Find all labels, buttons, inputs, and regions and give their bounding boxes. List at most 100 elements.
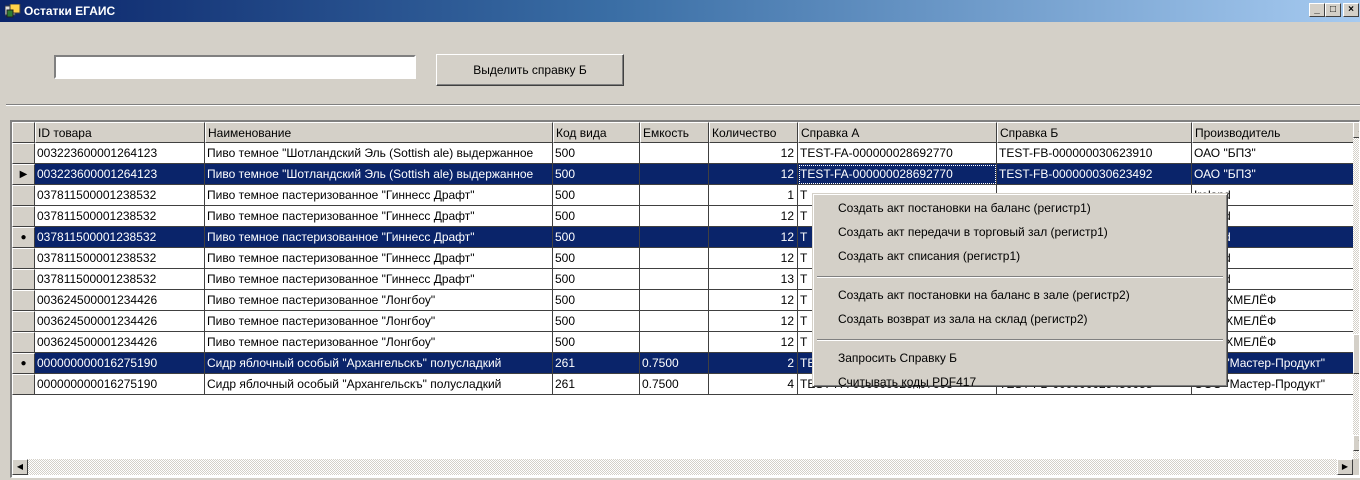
table-cell[interactable]: 500 (553, 227, 640, 248)
vertical-scroll-thumb[interactable] (1353, 334, 1359, 374)
close-button[interactable]: × (1343, 3, 1359, 17)
context-menu-item[interactable]: Создать акт постановки на баланс (регист… (816, 198, 1224, 218)
context-menu-item[interactable]: Создать акт списания (регистр1) (816, 246, 1224, 266)
table-cell[interactable]: TEST-FA-000000028692770 (798, 164, 997, 185)
table-cell[interactable]: Пиво темное "Шотландский Эль (Sottish al… (205, 143, 553, 164)
table-cell[interactable]: 500 (553, 269, 640, 290)
table-row[interactable]: ▶ 003223600001264123 Пиво темное "Шотландс… (12, 164, 1359, 185)
row-indicator[interactable] (12, 206, 35, 227)
column-header[interactable]: Производитель (1192, 122, 1359, 143)
table-cell[interactable]: 037811500001238532 (35, 227, 205, 248)
table-cell[interactable]: Пиво темное пастеризованное "Лонгбоу" (205, 290, 553, 311)
table-cell[interactable]: 037811500001238532 (35, 248, 205, 269)
table-cell[interactable] (640, 311, 709, 332)
maximize-button[interactable]: □ (1325, 3, 1341, 17)
row-indicator[interactable] (12, 374, 35, 395)
table-cell[interactable]: 037811500001238532 (35, 269, 205, 290)
table-cell[interactable]: 261 (553, 353, 640, 374)
column-header[interactable]: Справка Б (997, 122, 1192, 143)
table-cell[interactable]: 2 (709, 353, 798, 374)
table-cell[interactable]: 003624500001234426 (35, 332, 205, 353)
table-cell[interactable]: 1 (709, 185, 798, 206)
context-menu-item[interactable]: Создать акт передачи в торговый зал (рег… (816, 222, 1224, 242)
table-row[interactable]: 003223600001264123 Пиво темное "Шотландск… (12, 143, 1359, 164)
table-cell[interactable]: 12 (709, 290, 798, 311)
row-indicator[interactable] (12, 290, 35, 311)
table-cell[interactable] (640, 227, 709, 248)
table-cell[interactable]: 037811500001238532 (35, 206, 205, 227)
table-cell[interactable]: 12 (709, 311, 798, 332)
table-cell[interactable]: 500 (553, 290, 640, 311)
row-indicator[interactable]: ▶ (12, 164, 35, 185)
table-cell[interactable]: Пиво темное пастеризованное "Лонгбоу" (205, 311, 553, 332)
select-certificate-b-button[interactable]: Выделить справку Б (436, 54, 624, 86)
row-indicator[interactable] (12, 332, 35, 353)
search-input[interactable] (54, 55, 416, 79)
column-header[interactable]: Справка А (798, 122, 997, 143)
minimize-button[interactable]: _ (1309, 3, 1325, 17)
context-menu-item[interactable]: Создать акт постановки на баланс в зале … (816, 285, 1224, 305)
table-cell[interactable]: 12 (709, 206, 798, 227)
scroll-down-button[interactable]: ▼ (1353, 435, 1359, 451)
vertical-scrollbar[interactable]: ▲ ▼ (1353, 122, 1359, 459)
table-cell[interactable]: 12 (709, 332, 798, 353)
row-indicator[interactable]: ● (12, 227, 35, 248)
row-indicator[interactable] (12, 185, 35, 206)
table-cell[interactable]: ОАО "БПЗ" (1192, 164, 1359, 185)
table-cell[interactable]: 12 (709, 248, 798, 269)
table-cell[interactable]: Пиво темное пастеризованное "Гиннесс Дра… (205, 248, 553, 269)
table-cell[interactable]: 500 (553, 143, 640, 164)
context-menu-item[interactable]: Запросить Справку Б (816, 348, 1224, 368)
row-indicator[interactable] (12, 269, 35, 290)
table-cell[interactable]: Сидр яблочный особый "Архангельскъ" полу… (205, 353, 553, 374)
table-cell[interactable]: 0.7500 (640, 374, 709, 395)
table-cell[interactable]: 500 (553, 248, 640, 269)
table-cell[interactable]: 003223600001264123 (35, 143, 205, 164)
table-cell[interactable]: Пиво темное пастеризованное "Гиннесс Дра… (205, 206, 553, 227)
row-indicator[interactable] (12, 311, 35, 332)
table-cell[interactable]: TEST-FB-000000030623492 (997, 164, 1192, 185)
horizontal-scrollbar[interactable]: ◀ ▶ (12, 459, 1353, 475)
scroll-left-button[interactable]: ◀ (12, 459, 28, 475)
context-menu[interactable]: Создать акт постановки на баланс (регист… (812, 193, 1228, 389)
scroll-up-button[interactable]: ▲ (1353, 122, 1359, 138)
table-cell[interactable] (640, 206, 709, 227)
table-cell[interactable]: 500 (553, 206, 640, 227)
table-cell[interactable]: ОАО "БПЗ" (1192, 143, 1359, 164)
column-header[interactable]: Код вида (553, 122, 640, 143)
table-cell[interactable]: Пиво темное пастеризованное "Гиннесс Дра… (205, 227, 553, 248)
table-cell[interactable]: TEST-FB-000000030623910 (997, 143, 1192, 164)
column-header[interactable]: Емкость (640, 122, 709, 143)
table-cell[interactable]: 12 (709, 227, 798, 248)
table-cell[interactable]: 500 (553, 185, 640, 206)
table-cell[interactable]: 500 (553, 332, 640, 353)
table-cell[interactable] (640, 332, 709, 353)
table-cell[interactable] (640, 290, 709, 311)
table-cell[interactable]: 4 (709, 374, 798, 395)
table-cell[interactable]: 261 (553, 374, 640, 395)
table-cell[interactable]: 12 (709, 143, 798, 164)
table-cell[interactable]: 000000000016275190 (35, 374, 205, 395)
table-cell[interactable]: 003624500001234426 (35, 290, 205, 311)
column-header[interactable]: Количество (709, 122, 798, 143)
column-header[interactable]: ID товара (35, 122, 205, 143)
table-cell[interactable] (640, 185, 709, 206)
table-cell[interactable]: 000000000016275190 (35, 353, 205, 374)
table-cell[interactable]: 500 (553, 311, 640, 332)
table-cell[interactable]: TEST-FA-000000028692770 (798, 143, 997, 164)
table-cell[interactable]: 037811500001238532 (35, 185, 205, 206)
context-menu-item[interactable]: Считывать коды PDF417 (816, 372, 1224, 392)
table-cell[interactable]: 003223600001264123 (35, 164, 205, 185)
table-cell[interactable]: Пиво темное пастеризованное "Гиннесс Дра… (205, 185, 553, 206)
table-cell[interactable] (640, 164, 709, 185)
row-indicator[interactable]: ● (12, 353, 35, 374)
scroll-right-button[interactable]: ▶ (1337, 459, 1353, 475)
column-header[interactable]: Наименование (205, 122, 553, 143)
table-cell[interactable]: 500 (553, 164, 640, 185)
context-menu-item[interactable]: Создать возврат из зала на склад (регист… (816, 309, 1224, 329)
table-cell[interactable]: 003624500001234426 (35, 311, 205, 332)
row-indicator[interactable] (12, 143, 35, 164)
row-indicator[interactable] (12, 248, 35, 269)
table-cell[interactable]: 12 (709, 164, 798, 185)
table-cell[interactable] (640, 248, 709, 269)
